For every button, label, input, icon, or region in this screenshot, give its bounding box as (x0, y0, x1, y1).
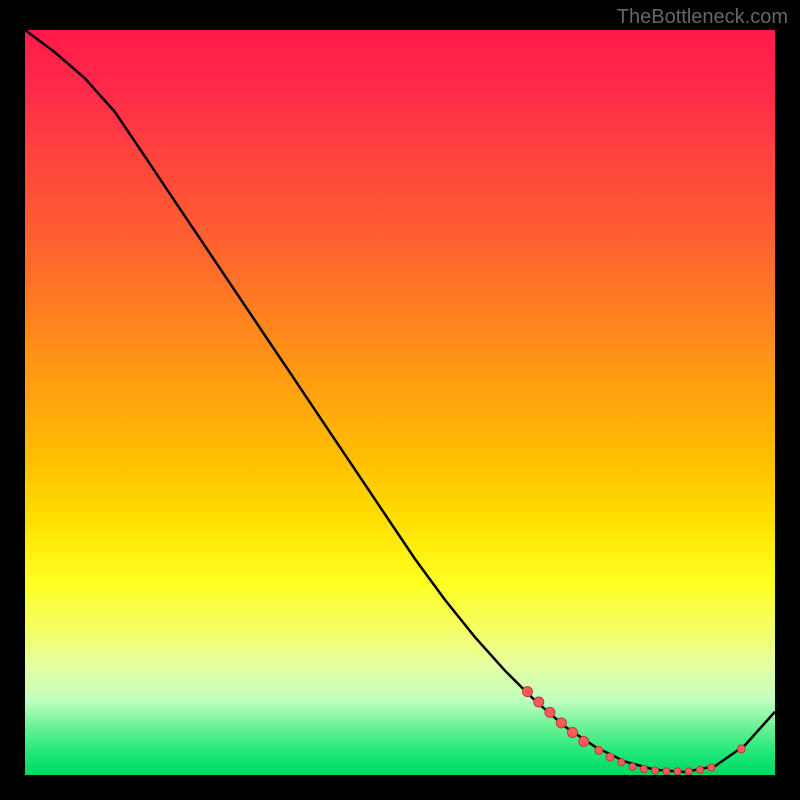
bottleneck-curve (25, 30, 775, 772)
data-marker (523, 687, 533, 697)
data-marker (737, 745, 745, 753)
data-marker (674, 768, 681, 775)
chart-svg (25, 30, 775, 775)
data-marker (663, 768, 670, 775)
data-marker (652, 767, 659, 774)
data-marker (595, 746, 603, 754)
data-marker (640, 766, 647, 773)
data-marker (579, 737, 589, 747)
watermark-text: TheBottleneck.com (617, 6, 788, 29)
data-marker (697, 766, 704, 773)
data-marker (534, 697, 544, 707)
data-marker (708, 764, 715, 771)
plot-area (25, 30, 775, 775)
data-marker (568, 728, 578, 738)
data-marker (618, 759, 625, 766)
data-marker (685, 768, 692, 775)
data-marker (545, 707, 555, 717)
data-markers (523, 687, 746, 775)
data-marker (556, 718, 566, 728)
data-marker (629, 763, 636, 770)
data-marker (606, 753, 614, 761)
